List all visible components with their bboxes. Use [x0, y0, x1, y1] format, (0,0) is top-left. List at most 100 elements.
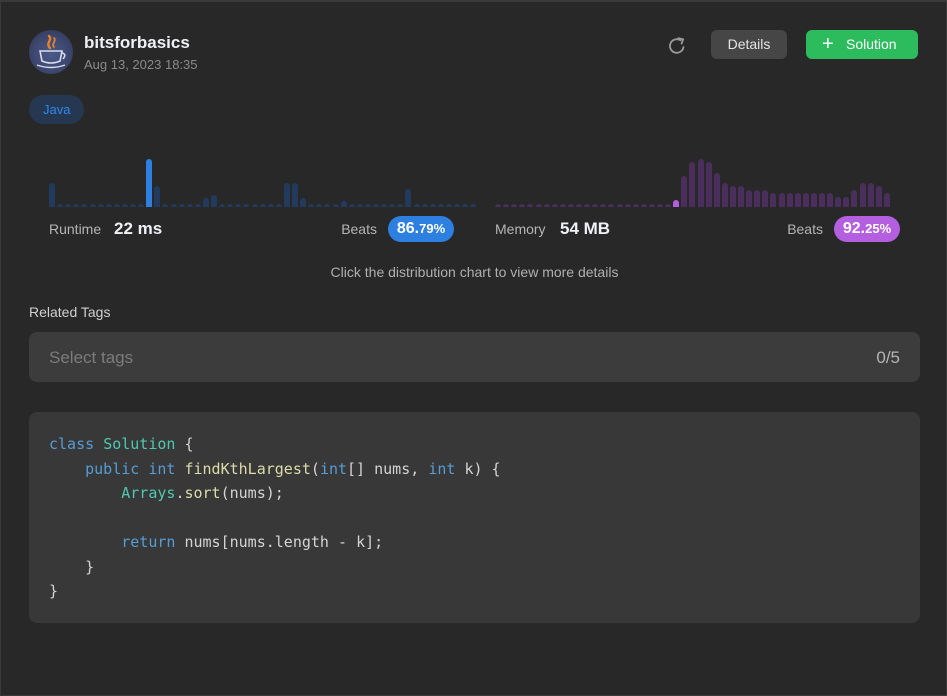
memory-distribution-bar[interactable] — [592, 204, 599, 207]
memory-distribution-bar[interactable] — [527, 204, 534, 207]
avatar[interactable] — [29, 30, 73, 74]
memory-distribution-bar[interactable] — [770, 193, 777, 207]
runtime-distribution-bar[interactable] — [121, 204, 128, 207]
runtime-distribution-bar[interactable] — [97, 204, 104, 207]
memory-distribution-bar[interactable] — [827, 193, 834, 207]
runtime-distribution-bar[interactable] — [146, 159, 153, 207]
runtime-distribution-bar[interactable] — [49, 183, 55, 207]
runtime-distribution-bar[interactable] — [259, 204, 266, 207]
username[interactable]: bitsforbasics — [84, 33, 190, 53]
memory-distribution-bar[interactable] — [640, 204, 647, 207]
runtime-distribution-bar[interactable] — [243, 204, 250, 207]
runtime-distribution-bar[interactable] — [364, 204, 371, 207]
memory-distribution-bar[interactable] — [867, 183, 874, 207]
memory-distribution-bar[interactable] — [535, 204, 542, 207]
code-block[interactable]: class Solution { public int findKthLarge… — [29, 412, 920, 623]
memory-distribution-bar[interactable] — [738, 186, 744, 207]
memory-distribution-bar[interactable] — [673, 200, 680, 207]
runtime-distribution-bar[interactable] — [381, 204, 388, 207]
memory-distribution-bar[interactable] — [689, 162, 696, 207]
runtime-distribution-bar[interactable] — [470, 204, 477, 207]
runtime-distribution-bar[interactable] — [405, 189, 412, 207]
add-solution-button[interactable]: + Solution — [806, 30, 918, 59]
memory-distribution-bar[interactable] — [681, 176, 688, 207]
details-button[interactable]: Details — [711, 30, 787, 59]
memory-distribution-bar[interactable] — [794, 193, 801, 207]
runtime-distribution-bar[interactable] — [178, 204, 185, 207]
runtime-distribution-bar[interactable] — [300, 198, 307, 207]
runtime-distribution-bar[interactable] — [308, 204, 315, 207]
memory-distribution-bar[interactable] — [648, 204, 655, 207]
runtime-distribution-bar[interactable] — [194, 204, 201, 207]
runtime-distribution-bar[interactable] — [356, 204, 363, 207]
runtime-distribution-bar[interactable] — [73, 204, 80, 207]
runtime-distribution-bar[interactable] — [57, 204, 64, 207]
memory-distribution-bar[interactable] — [632, 204, 639, 207]
runtime-distribution-bar[interactable] — [445, 204, 452, 207]
runtime-distribution-bar[interactable] — [454, 204, 460, 207]
memory-distribution-bar[interactable] — [584, 204, 591, 207]
runtime-distribution-bar[interactable] — [332, 204, 339, 207]
memory-distribution-bar[interactable] — [551, 204, 558, 207]
runtime-distribution-bar[interactable] — [105, 204, 112, 207]
memory-distribution-bar[interactable] — [576, 204, 582, 207]
memory-distribution-bar[interactable] — [721, 183, 728, 207]
memory-distribution-bar[interactable] — [729, 186, 736, 207]
runtime-distribution-bar[interactable] — [219, 204, 226, 207]
memory-distribution-bar[interactable] — [705, 162, 712, 207]
memory-distribution-bar[interactable] — [616, 204, 623, 207]
runtime-distribution-bar[interactable] — [211, 195, 217, 207]
runtime-distribution-bar[interactable] — [421, 204, 428, 207]
memory-distribution-bar[interactable] — [608, 204, 615, 207]
runtime-distribution-bar[interactable] — [373, 204, 379, 207]
runtime-distribution-bar[interactable] — [340, 201, 347, 207]
memory-distribution-bar[interactable] — [665, 204, 672, 207]
memory-distribution-bar[interactable] — [713, 173, 720, 207]
memory-distribution-bar[interactable] — [754, 190, 761, 207]
runtime-distribution-bar[interactable] — [348, 204, 355, 207]
memory-distribution-bar[interactable] — [802, 193, 809, 207]
memory-distribution-bar[interactable] — [495, 204, 501, 207]
runtime-distribution-bar[interactable] — [227, 204, 234, 207]
runtime-distribution-bar[interactable] — [81, 204, 88, 207]
runtime-distribution-bar[interactable] — [429, 204, 436, 207]
memory-distribution-bar[interactable] — [559, 204, 566, 207]
runtime-distribution-bar[interactable] — [154, 186, 161, 207]
runtime-distribution-bar[interactable] — [389, 204, 396, 207]
language-badge[interactable]: Java — [29, 95, 85, 124]
memory-distribution-bar[interactable] — [859, 183, 866, 207]
refresh-icon[interactable] — [666, 35, 688, 57]
runtime-distribution-bar[interactable] — [275, 204, 282, 207]
memory-distribution-bar[interactable] — [875, 186, 882, 207]
memory-distribution-chart[interactable] — [495, 147, 900, 207]
runtime-distribution-bar[interactable] — [170, 204, 177, 207]
runtime-distribution-bar[interactable] — [186, 204, 193, 207]
memory-distribution-bar[interactable] — [624, 204, 631, 207]
memory-distribution-bar[interactable] — [851, 190, 858, 207]
memory-distribution-bar[interactable] — [762, 190, 769, 207]
runtime-distribution-bar[interactable] — [113, 204, 120, 207]
runtime-distribution-bar[interactable] — [65, 204, 72, 207]
runtime-distribution-bar[interactable] — [283, 183, 290, 207]
runtime-distribution-bar[interactable] — [324, 204, 331, 207]
memory-distribution-bar[interactable] — [697, 159, 704, 207]
runtime-distribution-bar[interactable] — [413, 204, 420, 207]
memory-distribution-bar[interactable] — [843, 197, 850, 207]
runtime-distribution-bar[interactable] — [462, 204, 469, 207]
memory-distribution-bar[interactable] — [786, 193, 793, 207]
runtime-distribution-bar[interactable] — [138, 204, 145, 207]
runtime-distribution-bar[interactable] — [89, 204, 96, 207]
runtime-distribution-bar[interactable] — [316, 204, 323, 207]
memory-distribution-bar[interactable] — [511, 204, 518, 207]
memory-distribution-bar[interactable] — [657, 204, 663, 207]
runtime-distribution-bar[interactable] — [130, 204, 136, 207]
runtime-distribution-bar[interactable] — [251, 204, 258, 207]
memory-distribution-bar[interactable] — [600, 204, 607, 207]
memory-distribution-bar[interactable] — [810, 193, 817, 207]
runtime-distribution-bar[interactable] — [292, 183, 298, 207]
memory-distribution-bar[interactable] — [746, 190, 753, 207]
tag-select-input[interactable]: Select tags 0/5 — [29, 332, 920, 382]
memory-distribution-bar[interactable] — [883, 193, 890, 207]
runtime-distribution-bar[interactable] — [235, 204, 242, 207]
runtime-distribution-bar[interactable] — [267, 204, 274, 207]
